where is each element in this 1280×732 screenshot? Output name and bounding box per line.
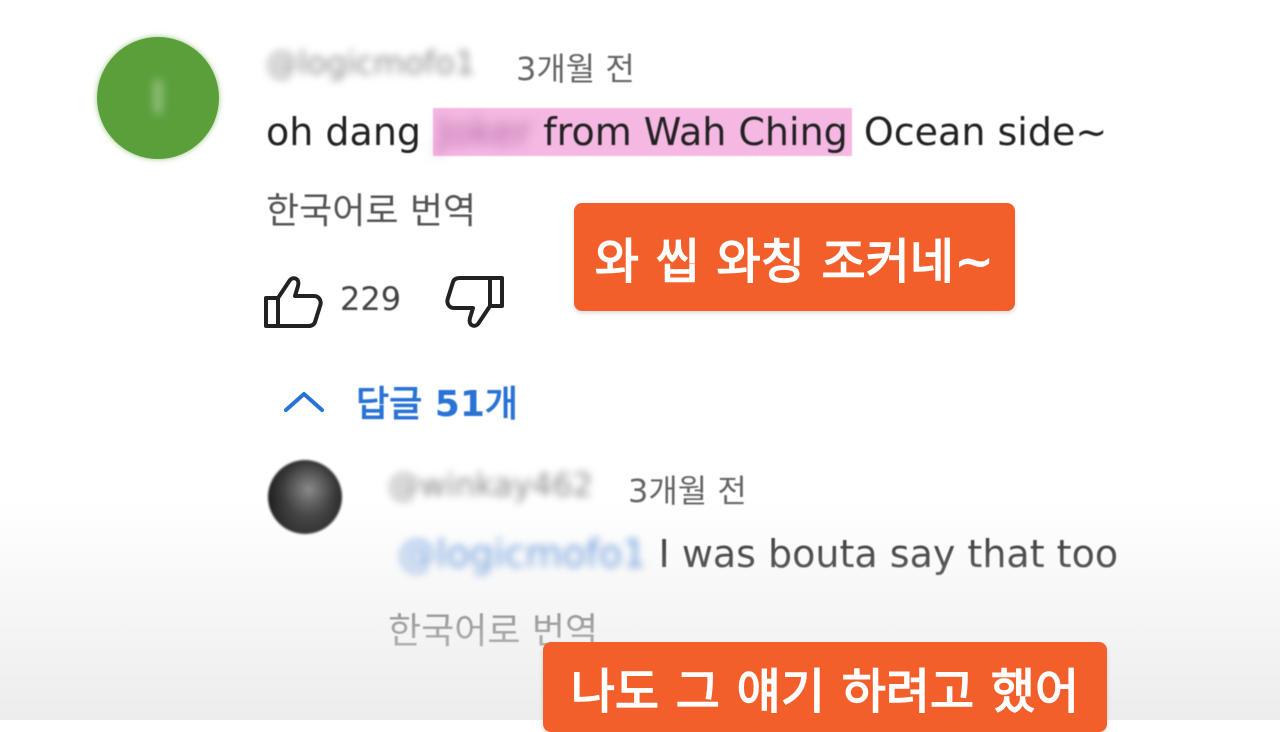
replies-label-prefix: 답글 xyxy=(356,384,435,425)
reply-author[interactable]: @winkay462 xyxy=(388,466,593,504)
comment-timestamp[interactable]: 3개월 전 xyxy=(516,44,635,90)
replies-label-suffix: 개 xyxy=(484,384,519,425)
comment-author[interactable]: @logicmofo1 xyxy=(266,44,475,82)
thumbs-down-icon[interactable] xyxy=(444,274,506,330)
translate-button[interactable]: 한국어로 번역 xyxy=(266,182,476,234)
comment-text-start: oh dang xyxy=(266,110,434,154)
caption-overlay-2: 나도 그 얘기 하려고 했어 xyxy=(543,642,1107,732)
replies-count: 51 xyxy=(434,384,485,425)
comment-highlight: Joker from Wah Ching xyxy=(433,108,852,156)
caption-overlay-1: 와 씹 와칭 조커네~ xyxy=(574,203,1015,311)
commenter-avatar[interactable]: l xyxy=(97,37,219,159)
reply-mention[interactable]: @logicmofo1 xyxy=(398,532,646,576)
comment-text: oh dang Joker from Wah Ching Ocean side~ xyxy=(266,108,1108,156)
reply-text: @logicmofo1 I was bouta say that too xyxy=(398,532,1118,576)
reply-avatar[interactable] xyxy=(268,460,342,534)
blurred-word: Joker xyxy=(437,110,532,154)
reply-body: I was bouta say that too xyxy=(646,532,1119,576)
like-count: 229 xyxy=(340,280,402,318)
caption-1-text: 와 씹 와칭 조커네~ xyxy=(594,234,995,290)
highlighted-phrase: from Wah Ching xyxy=(531,110,848,154)
replies-label: 답글 51개 xyxy=(356,375,518,427)
avatar-initial: l xyxy=(151,72,165,124)
chevron-up-icon xyxy=(284,392,324,412)
caption-2-text: 나도 그 얘기 하려고 했어 xyxy=(570,664,1080,720)
replies-toggle-button[interactable]: 답글 51개 xyxy=(282,376,518,426)
comment-text-end: Ocean side~ xyxy=(851,110,1108,154)
thumbs-up-icon[interactable] xyxy=(262,274,324,330)
reply-timestamp[interactable]: 3개월 전 xyxy=(628,466,747,512)
